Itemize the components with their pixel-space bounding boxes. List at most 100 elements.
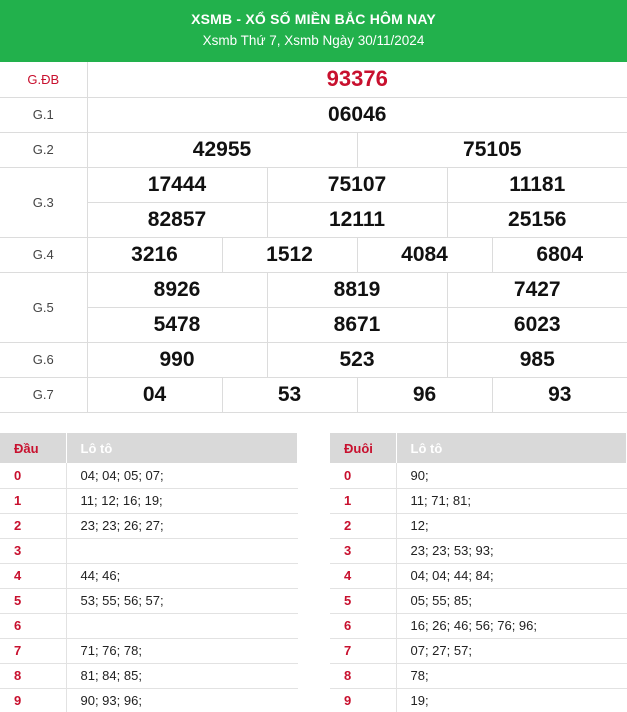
- loto-key: 5: [330, 588, 397, 614]
- prize-row-g7: G.7 04 53 96 93: [0, 376, 627, 413]
- loto-values: 90;: [396, 463, 627, 489]
- prize-label: G.5: [0, 271, 88, 343]
- prize-number: 25156: [446, 201, 627, 238]
- loto-key: 2: [330, 513, 397, 539]
- table-row: 2 23; 23; 26; 27;: [0, 513, 298, 539]
- prize-number: 8671: [266, 306, 448, 343]
- prize-number: 04: [86, 376, 223, 413]
- loto-values: 05; 55; 85;: [396, 588, 627, 614]
- table-row: 2 12;: [330, 513, 627, 539]
- prize-number: 75107: [266, 166, 448, 203]
- prize-row-g6: G.6 990 523 985: [0, 341, 627, 378]
- table-row: 7 07; 27; 57;: [330, 638, 627, 664]
- loto-key: 1: [0, 488, 67, 514]
- prize-number: 42955: [86, 131, 358, 168]
- table-row: 0 04; 04; 05; 07;: [0, 463, 298, 489]
- prize-row-g5b: 5478 8671 6023: [0, 306, 627, 343]
- prize-row-g4: G.4 3216 1512 4084 6804: [0, 236, 627, 273]
- prize-number: 93376: [86, 62, 627, 98]
- loto-values: 04; 04; 44; 84;: [396, 563, 627, 589]
- loto-values: 78;: [396, 663, 627, 689]
- loto-values: 12;: [396, 513, 627, 539]
- table-row: 5 53; 55; 56; 57;: [0, 588, 298, 614]
- loto-duoi-val-header: Lô tô: [396, 433, 627, 463]
- table-row: 4 44; 46;: [0, 563, 298, 589]
- loto-values: [66, 613, 298, 639]
- prize-label: G.1: [0, 96, 88, 133]
- loto-values: 04; 04; 05; 07;: [66, 463, 298, 489]
- loto-values: 23; 23; 53; 93;: [396, 538, 627, 564]
- prize-row-g5: G.5 8926 8819 7427: [0, 271, 627, 343]
- table-row: 5 05; 55; 85;: [330, 588, 627, 614]
- prize-row-gdb: G.ĐB 93376: [0, 62, 627, 98]
- table-row: 6: [0, 613, 298, 639]
- loto-duoi-table: Đuôi Lô tô 0 90; 1 11; 71; 81; 2 12; 3 23; 2…: [330, 433, 627, 712]
- prize-number: 3216: [86, 236, 223, 273]
- prize-number: 523: [266, 341, 448, 378]
- prize-row-g3: G.3 17444 75107 11181: [0, 166, 627, 238]
- prize-number: 6023: [446, 306, 627, 343]
- table-row: 1 11; 71; 81;: [330, 488, 627, 514]
- loto-duoi-key-header: Đuôi: [330, 433, 397, 463]
- table-row: 3: [0, 538, 298, 564]
- loto-values: 07; 27; 57;: [396, 638, 627, 664]
- loto-key: 8: [330, 663, 397, 689]
- table-row: 7 71; 76; 78;: [0, 638, 298, 664]
- prize-number: 990: [86, 341, 268, 378]
- loto-dau-key-header: Đầu: [0, 433, 67, 463]
- prize-number: 93: [491, 376, 627, 413]
- prize-number: 75105: [356, 131, 627, 168]
- loto-values: [66, 538, 298, 564]
- page-subtitle: Xsmb Thứ 7, Xsmb Ngày 30/11/2024: [202, 33, 425, 48]
- loto-values: 90; 93; 96;: [66, 688, 298, 712]
- prize-number: 11181: [446, 166, 627, 203]
- loto-dau-val-header: Lô tô: [66, 433, 298, 463]
- loto-dau-table: Đầu Lô tô 0 04; 04; 05; 07; 1 11; 12; 16; …: [0, 433, 298, 712]
- prize-number: 6804: [491, 236, 627, 273]
- prize-number: 96: [356, 376, 493, 413]
- prize-label: G.4: [0, 236, 88, 273]
- table-row: 3 23; 23; 53; 93;: [330, 538, 627, 564]
- table-row: 9 90; 93; 96;: [0, 688, 298, 712]
- prize-number: 53: [221, 376, 358, 413]
- loto-values: 23; 23; 26; 27;: [66, 513, 298, 539]
- prize-number: 1512: [221, 236, 358, 273]
- loto-key: 1: [330, 488, 397, 514]
- loto-key: 3: [0, 538, 67, 564]
- prize-number: 82857: [87, 201, 268, 238]
- table-row: 1 11; 12; 16; 19;: [0, 488, 298, 514]
- loto-key: 9: [330, 688, 397, 712]
- prize-number: 06046: [86, 96, 627, 133]
- table-row: 0 90;: [330, 463, 627, 489]
- table-row: 8 78;: [330, 663, 627, 689]
- loto-key: 6: [0, 613, 67, 639]
- loto-key: 2: [0, 513, 67, 539]
- loto-key: 6: [330, 613, 397, 639]
- loto-values: 11; 12; 16; 19;: [66, 488, 298, 514]
- prize-label: G.ĐB: [0, 62, 88, 98]
- loto-key: 4: [330, 563, 397, 589]
- loto-key: 7: [0, 638, 67, 664]
- prize-number: 5478: [87, 306, 268, 343]
- table-row: 8 81; 84; 85;: [0, 663, 298, 689]
- prize-number: 8819: [266, 271, 448, 308]
- loto-key: 0: [330, 463, 397, 489]
- loto-values: 53; 55; 56; 57;: [66, 588, 298, 614]
- prize-label: G.2: [0, 131, 88, 168]
- loto-values: 16; 26; 46; 56; 76; 96;: [396, 613, 627, 639]
- results-table: G.ĐB 93376 G.1 06046 G.2 42955 75105 G.3…: [0, 62, 627, 413]
- prize-number: 8926: [86, 271, 268, 308]
- prize-row-g2: G.2 42955 75105: [0, 131, 627, 168]
- table-row: 4 04; 04; 44; 84;: [330, 563, 627, 589]
- prize-number: 985: [446, 341, 627, 378]
- loto-key: 5: [0, 588, 67, 614]
- loto-values: 44; 46;: [66, 563, 298, 589]
- table-row: 6 16; 26; 46; 56; 76; 96;: [330, 613, 627, 639]
- prize-label: G.6: [0, 341, 88, 378]
- loto-values: 81; 84; 85;: [66, 663, 298, 689]
- page-title: XSMB - XỔ SỐ MIỀN BẮC HÔM NAY: [191, 11, 436, 27]
- prize-number: 4084: [356, 236, 493, 273]
- prize-label: G.3: [0, 166, 88, 238]
- prize-number: 12111: [266, 201, 448, 238]
- loto-key: 4: [0, 563, 67, 589]
